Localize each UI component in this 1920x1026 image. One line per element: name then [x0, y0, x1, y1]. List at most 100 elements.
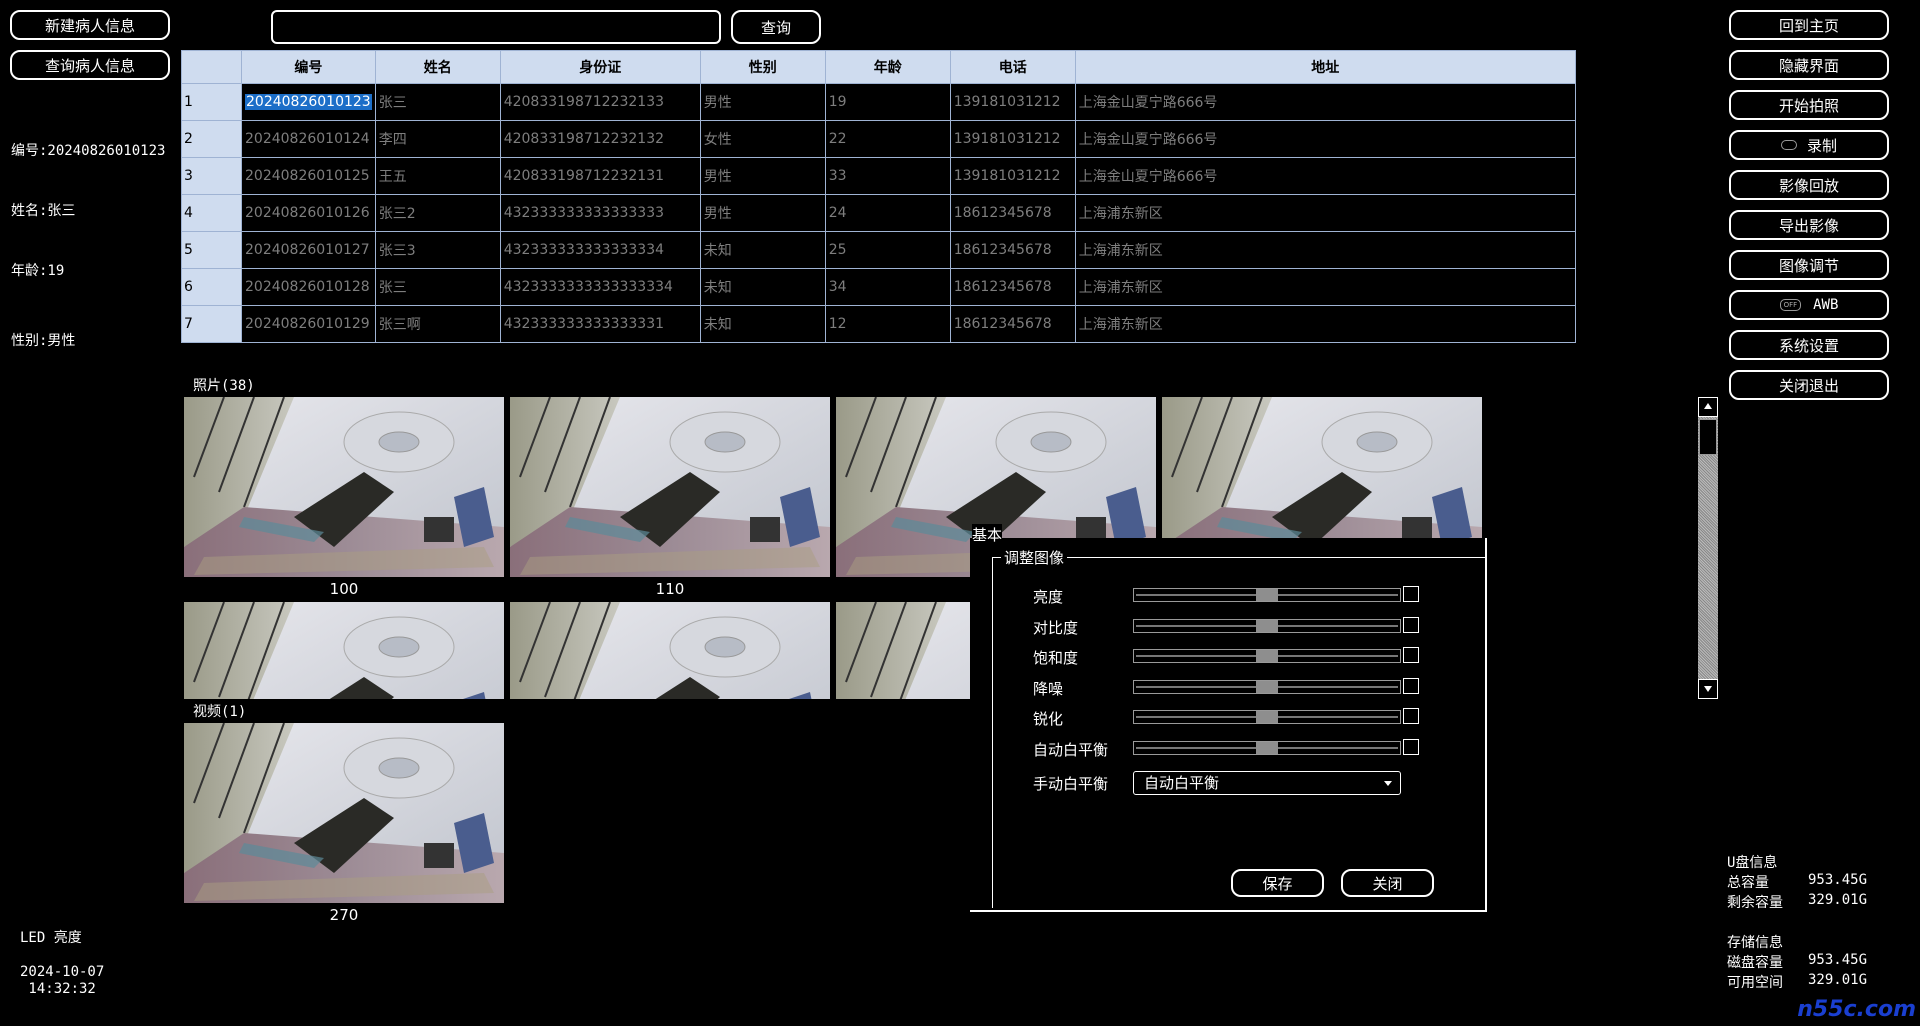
table-row[interactable]: 1 20240826010123 张三 420833198712232133 男性 19 1… — [181, 83, 1576, 121]
table-cell-idcard[interactable]: 420833198712232133 — [499, 83, 701, 121]
table-cell-name[interactable]: 张三 — [374, 83, 501, 121]
table-cell-name[interactable]: 张三2 — [374, 194, 501, 232]
table-row[interactable]: 4 20240826010126 张三2 432333333333333333 男性 24… — [181, 194, 1576, 232]
image-adjust-button[interactable]: 图像调节 — [1729, 250, 1889, 280]
table-row[interactable]: 3 20240826010125 王五 420833198712232131 男性 33 1… — [181, 157, 1576, 195]
slider-handle[interactable] — [1256, 589, 1278, 601]
photo-thumbnail[interactable] — [184, 397, 504, 577]
table-cell-phone[interactable]: 18612345678 — [949, 305, 1076, 343]
row-number[interactable]: 7 — [181, 305, 242, 343]
table-cell-sex[interactable]: 男性 — [699, 83, 826, 121]
table-row[interactable]: 7 20240826010129 张三啊 432333333333333331 未知 12… — [181, 305, 1576, 343]
adjust-checkbox[interactable] — [1403, 616, 1419, 633]
slider-handle[interactable] — [1256, 680, 1278, 693]
row-number[interactable]: 6 — [181, 268, 242, 306]
row-number[interactable]: 2 — [181, 120, 242, 158]
table-cell-age[interactable]: 12 — [824, 305, 951, 343]
table-cell-sex[interactable]: 男性 — [699, 194, 826, 232]
column-header[interactable]: 年龄 — [824, 50, 951, 84]
table-cell-id[interactable]: 20240826010126 — [241, 194, 376, 232]
adjust-slider[interactable] — [1133, 588, 1401, 602]
column-header[interactable]: 地址 — [1074, 50, 1576, 84]
exit-button[interactable]: 关闭退出 — [1729, 370, 1889, 400]
table-cell-name[interactable]: 王五 — [374, 157, 501, 195]
home-button[interactable]: 回到主页 — [1729, 10, 1889, 40]
record-button[interactable]: 录制 — [1729, 130, 1889, 160]
photo-thumbnail[interactable] — [184, 602, 504, 699]
table-cell-addr[interactable]: 上海金山夏宁路666号 — [1074, 83, 1576, 121]
table-cell-sex[interactable]: 未知 — [699, 268, 826, 306]
column-header[interactable]: 性别 — [699, 50, 826, 84]
table-cell-id[interactable]: 20240826010123 — [241, 83, 376, 121]
adjust-slider[interactable] — [1133, 649, 1401, 663]
table-cell-sex[interactable]: 男性 — [699, 157, 826, 195]
column-header[interactable]: 姓名 — [374, 50, 501, 84]
table-cell-addr[interactable]: 上海浦东新区 — [1074, 305, 1576, 343]
query-patient-button[interactable]: 查询病人信息 — [10, 50, 170, 80]
table-cell-id[interactable]: 20240826010128 — [241, 268, 376, 306]
adjust-slider[interactable] — [1133, 679, 1401, 694]
table-cell-name[interactable]: 张三 — [374, 268, 501, 306]
adjust-checkbox[interactable] — [1403, 586, 1419, 602]
slider-handle[interactable] — [1256, 650, 1278, 662]
slider-handle[interactable] — [1256, 619, 1278, 632]
table-cell-age[interactable]: 19 — [824, 83, 951, 121]
table-cell-age[interactable]: 34 — [824, 268, 951, 306]
close-button[interactable]: 关闭 — [1341, 869, 1434, 897]
table-cell-idcard[interactable]: 420833198712232131 — [499, 157, 701, 195]
save-button[interactable]: 保存 — [1231, 869, 1324, 897]
settings-button[interactable]: 系统设置 — [1729, 330, 1889, 360]
table-cell-id[interactable]: 20240826010124 — [241, 120, 376, 158]
awb-button[interactable]: OFF AWB — [1729, 290, 1889, 320]
adjust-checkbox[interactable] — [1403, 708, 1419, 724]
column-header[interactable]: 编号 — [241, 50, 376, 84]
table-cell-addr[interactable]: 上海金山夏宁路666号 — [1074, 120, 1576, 158]
table-cell-idcard[interactable]: 420833198712232132 — [499, 120, 701, 158]
table-cell-name[interactable]: 李四 — [374, 120, 501, 158]
video-thumbnail[interactable] — [184, 723, 504, 903]
table-cell-age[interactable]: 22 — [824, 120, 951, 158]
table-row[interactable]: 2 20240826010124 李四 420833198712232132 女性 22 1… — [181, 120, 1576, 158]
table-cell-addr[interactable]: 上海浦东新区 — [1074, 268, 1576, 306]
table-cell-idcard[interactable]: 432333333333333333 — [499, 194, 701, 232]
table-cell-phone[interactable]: 18612345678 — [949, 231, 1076, 269]
photo-thumbnail[interactable] — [510, 602, 830, 699]
column-header[interactable]: 身份证 — [499, 50, 701, 84]
adjust-slider[interactable] — [1133, 618, 1401, 633]
table-cell-addr[interactable]: 上海浦东新区 — [1074, 194, 1576, 232]
row-number[interactable]: 5 — [181, 231, 242, 269]
table-cell-phone[interactable]: 139181031212 — [949, 120, 1076, 158]
table-cell-addr[interactable]: 上海浦东新区 — [1074, 231, 1576, 269]
search-input[interactable] — [271, 10, 721, 44]
table-cell-idcard[interactable]: 4323333333333333334 — [499, 268, 701, 306]
table-row[interactable]: 6 20240826010128 张三 4323333333333333334 未知 34… — [181, 268, 1576, 306]
photo-thumbnail[interactable] — [510, 397, 830, 577]
take-photo-button[interactable]: 开始拍照 — [1729, 90, 1889, 120]
new-patient-button[interactable]: 新建病人信息 — [10, 10, 170, 40]
table-cell-name[interactable]: 张三啊 — [374, 305, 501, 343]
white-balance-select[interactable]: 自动白平衡 — [1133, 771, 1401, 795]
table-cell-age[interactable]: 24 — [824, 194, 951, 232]
table-cell-phone[interactable]: 139181031212 — [949, 157, 1076, 195]
table-cell-age[interactable]: 25 — [824, 231, 951, 269]
table-cell-addr[interactable]: 上海金山夏宁路666号 — [1074, 157, 1576, 195]
export-button[interactable]: 导出影像 — [1729, 210, 1889, 240]
adjust-slider[interactable] — [1133, 740, 1401, 755]
table-cell-id[interactable]: 20240826010129 — [241, 305, 376, 343]
row-number[interactable]: 1 — [181, 83, 242, 121]
table-cell-name[interactable]: 张三3 — [374, 231, 501, 269]
table-cell-idcard[interactable]: 432333333333333334 — [499, 231, 701, 269]
adjust-checkbox[interactable] — [1403, 647, 1419, 663]
row-number[interactable]: 4 — [181, 194, 242, 232]
hide-ui-button[interactable]: 隐藏界面 — [1729, 50, 1889, 80]
table-cell-id[interactable]: 20240826010127 — [241, 231, 376, 269]
adjust-checkbox[interactable] — [1403, 738, 1419, 755]
table-cell-id[interactable]: 20240826010125 — [241, 157, 376, 195]
table-cell-phone[interactable]: 18612345678 — [949, 268, 1076, 306]
vertical-scrollbar[interactable] — [1698, 397, 1718, 699]
table-cell-phone[interactable]: 18612345678 — [949, 194, 1076, 232]
adjust-slider[interactable] — [1133, 710, 1401, 724]
query-button[interactable]: 查询 — [731, 10, 821, 44]
scroll-thumb[interactable] — [1699, 419, 1717, 455]
table-cell-idcard[interactable]: 432333333333333331 — [499, 305, 701, 343]
